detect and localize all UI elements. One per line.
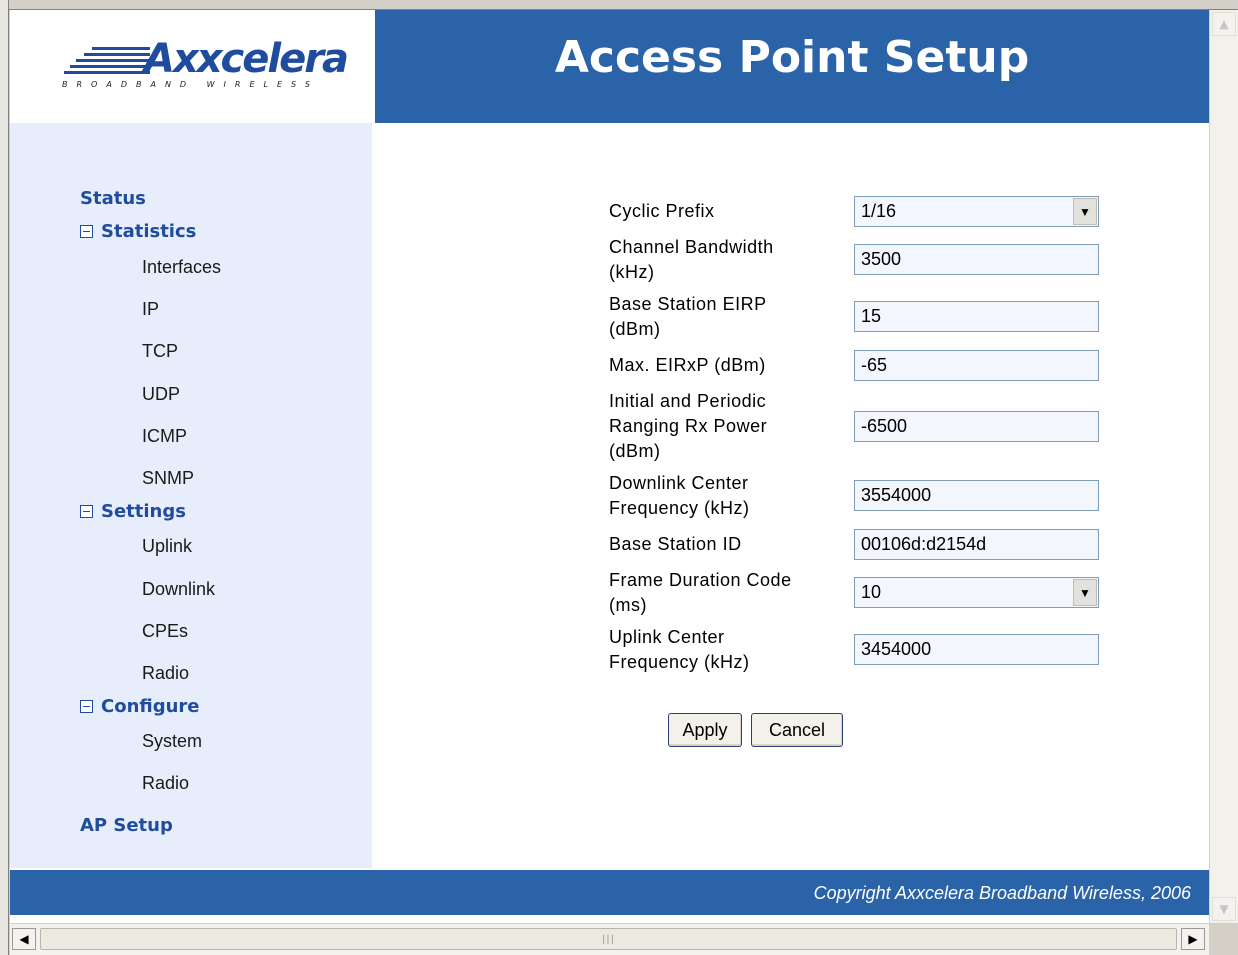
label-cyclic-prefix: Cyclic Prefix bbox=[609, 201, 715, 221]
label-frame-duration-code: Frame Duration Code (ms) bbox=[609, 570, 792, 615]
nav-group-label: Configure bbox=[101, 696, 200, 717]
arrow-right-icon[interactable]: ▶ bbox=[1181, 928, 1205, 950]
chevron-down-icon[interactable]: ▼ bbox=[1073, 198, 1097, 225]
nav-item-uplink[interactable]: Uplink bbox=[142, 536, 192, 557]
vertical-scrollbar[interactable]: ▲ ▼ bbox=[1209, 10, 1238, 923]
select-value: 1/16 bbox=[861, 201, 897, 221]
cancel-button[interactable]: Cancel bbox=[751, 713, 843, 747]
uplink-center-frequency-input[interactable] bbox=[854, 634, 1099, 665]
scrollbar-corner bbox=[1209, 923, 1238, 955]
nav-item-downlink[interactable]: Downlink bbox=[142, 579, 215, 600]
nav-ap-setup[interactable]: AP Setup bbox=[80, 815, 173, 836]
arrow-left-icon[interactable]: ◀ bbox=[12, 928, 36, 950]
minus-box-icon[interactable] bbox=[80, 505, 93, 518]
nav-item-snmp[interactable]: SNMP bbox=[142, 468, 194, 489]
arrow-down-icon[interactable]: ▼ bbox=[1212, 897, 1236, 921]
copyright-text: Copyright Axxcelera Broadband Wireless, … bbox=[813, 883, 1191, 903]
label-max-eirxp: Max. EIRxP (dBm) bbox=[609, 355, 766, 375]
downlink-center-frequency-input[interactable] bbox=[854, 480, 1099, 511]
logo-tagline: BROADBAND WIRELESS bbox=[62, 80, 319, 89]
select-value: 10 bbox=[861, 582, 882, 602]
nav-group-label: Settings bbox=[101, 501, 186, 522]
nav-group-statistics[interactable]: Statistics bbox=[80, 221, 196, 242]
apply-button[interactable]: Apply bbox=[668, 713, 742, 747]
header-banner: Access Point Setup bbox=[375, 10, 1209, 123]
arrow-up-icon[interactable]: ▲ bbox=[1212, 12, 1236, 36]
label-ranging-rx-power: Initial and Periodic Ranging Rx Power (d… bbox=[609, 391, 768, 461]
nav-item-tcp[interactable]: TCP bbox=[142, 341, 178, 362]
label-channel-bandwidth: Channel Bandwidth (kHz) bbox=[609, 237, 774, 282]
nav-status[interactable]: Status bbox=[80, 188, 146, 209]
logo: Axxcelera BROADBAND WIRELESS bbox=[10, 10, 374, 123]
ranging-rx-power-input[interactable] bbox=[854, 411, 1099, 442]
window-left-border bbox=[0, 0, 9, 955]
footer-bar: Copyright Axxcelera Broadband Wireless, … bbox=[10, 870, 1209, 915]
page-title: Access Point Setup bbox=[554, 32, 1030, 83]
nav-item-cpes[interactable]: CPEs bbox=[142, 621, 188, 642]
minus-box-icon[interactable] bbox=[80, 700, 93, 713]
label-base-station-id: Base Station ID bbox=[609, 534, 742, 554]
base-station-eirp-input[interactable] bbox=[854, 301, 1099, 332]
window-top-border bbox=[0, 0, 1238, 10]
nav-item-configure-radio[interactable]: Radio bbox=[142, 773, 189, 794]
nav-item-radio[interactable]: Radio bbox=[142, 663, 189, 684]
frame-duration-code-select[interactable]: 10 ▼ bbox=[854, 577, 1099, 608]
speed-lines-icon bbox=[64, 47, 150, 74]
minus-box-icon[interactable] bbox=[80, 225, 93, 238]
page-viewport: Axxcelera BROADBAND WIRELESS Access Poin… bbox=[10, 10, 1209, 923]
nav-item-udp[interactable]: UDP bbox=[142, 384, 180, 405]
logo-wordmark: Axxcelera bbox=[144, 36, 349, 82]
horizontal-scrollbar[interactable]: ◀ ||| ▶ bbox=[10, 923, 1209, 955]
nav-item-interfaces[interactable]: Interfaces bbox=[142, 257, 221, 278]
base-station-id-input[interactable] bbox=[854, 529, 1099, 560]
chevron-down-icon[interactable]: ▼ bbox=[1073, 579, 1097, 606]
cyclic-prefix-select[interactable]: 1/16 ▼ bbox=[854, 196, 1099, 227]
label-base-station-eirp: Base Station EIRP (dBm) bbox=[609, 294, 767, 339]
nav-group-settings[interactable]: Settings bbox=[80, 501, 186, 522]
nav-group-configure[interactable]: Configure bbox=[80, 696, 200, 717]
label-uplink-center-frequency: Uplink Center Frequency (kHz) bbox=[609, 627, 750, 672]
sidebar-nav: Status Statistics Interfaces IP TCP UDP … bbox=[10, 123, 372, 868]
nav-item-system[interactable]: System bbox=[142, 731, 202, 752]
channel-bandwidth-input[interactable] bbox=[854, 244, 1099, 275]
scrollbar-thumb[interactable]: ||| bbox=[40, 928, 1177, 950]
nav-group-label: Statistics bbox=[101, 221, 197, 242]
nav-item-icmp[interactable]: ICMP bbox=[142, 426, 187, 447]
label-downlink-center-frequency: Downlink Center Frequency (kHz) bbox=[609, 473, 750, 518]
max-eirxp-input[interactable] bbox=[854, 350, 1099, 381]
nav-item-ip[interactable]: IP bbox=[142, 299, 159, 320]
